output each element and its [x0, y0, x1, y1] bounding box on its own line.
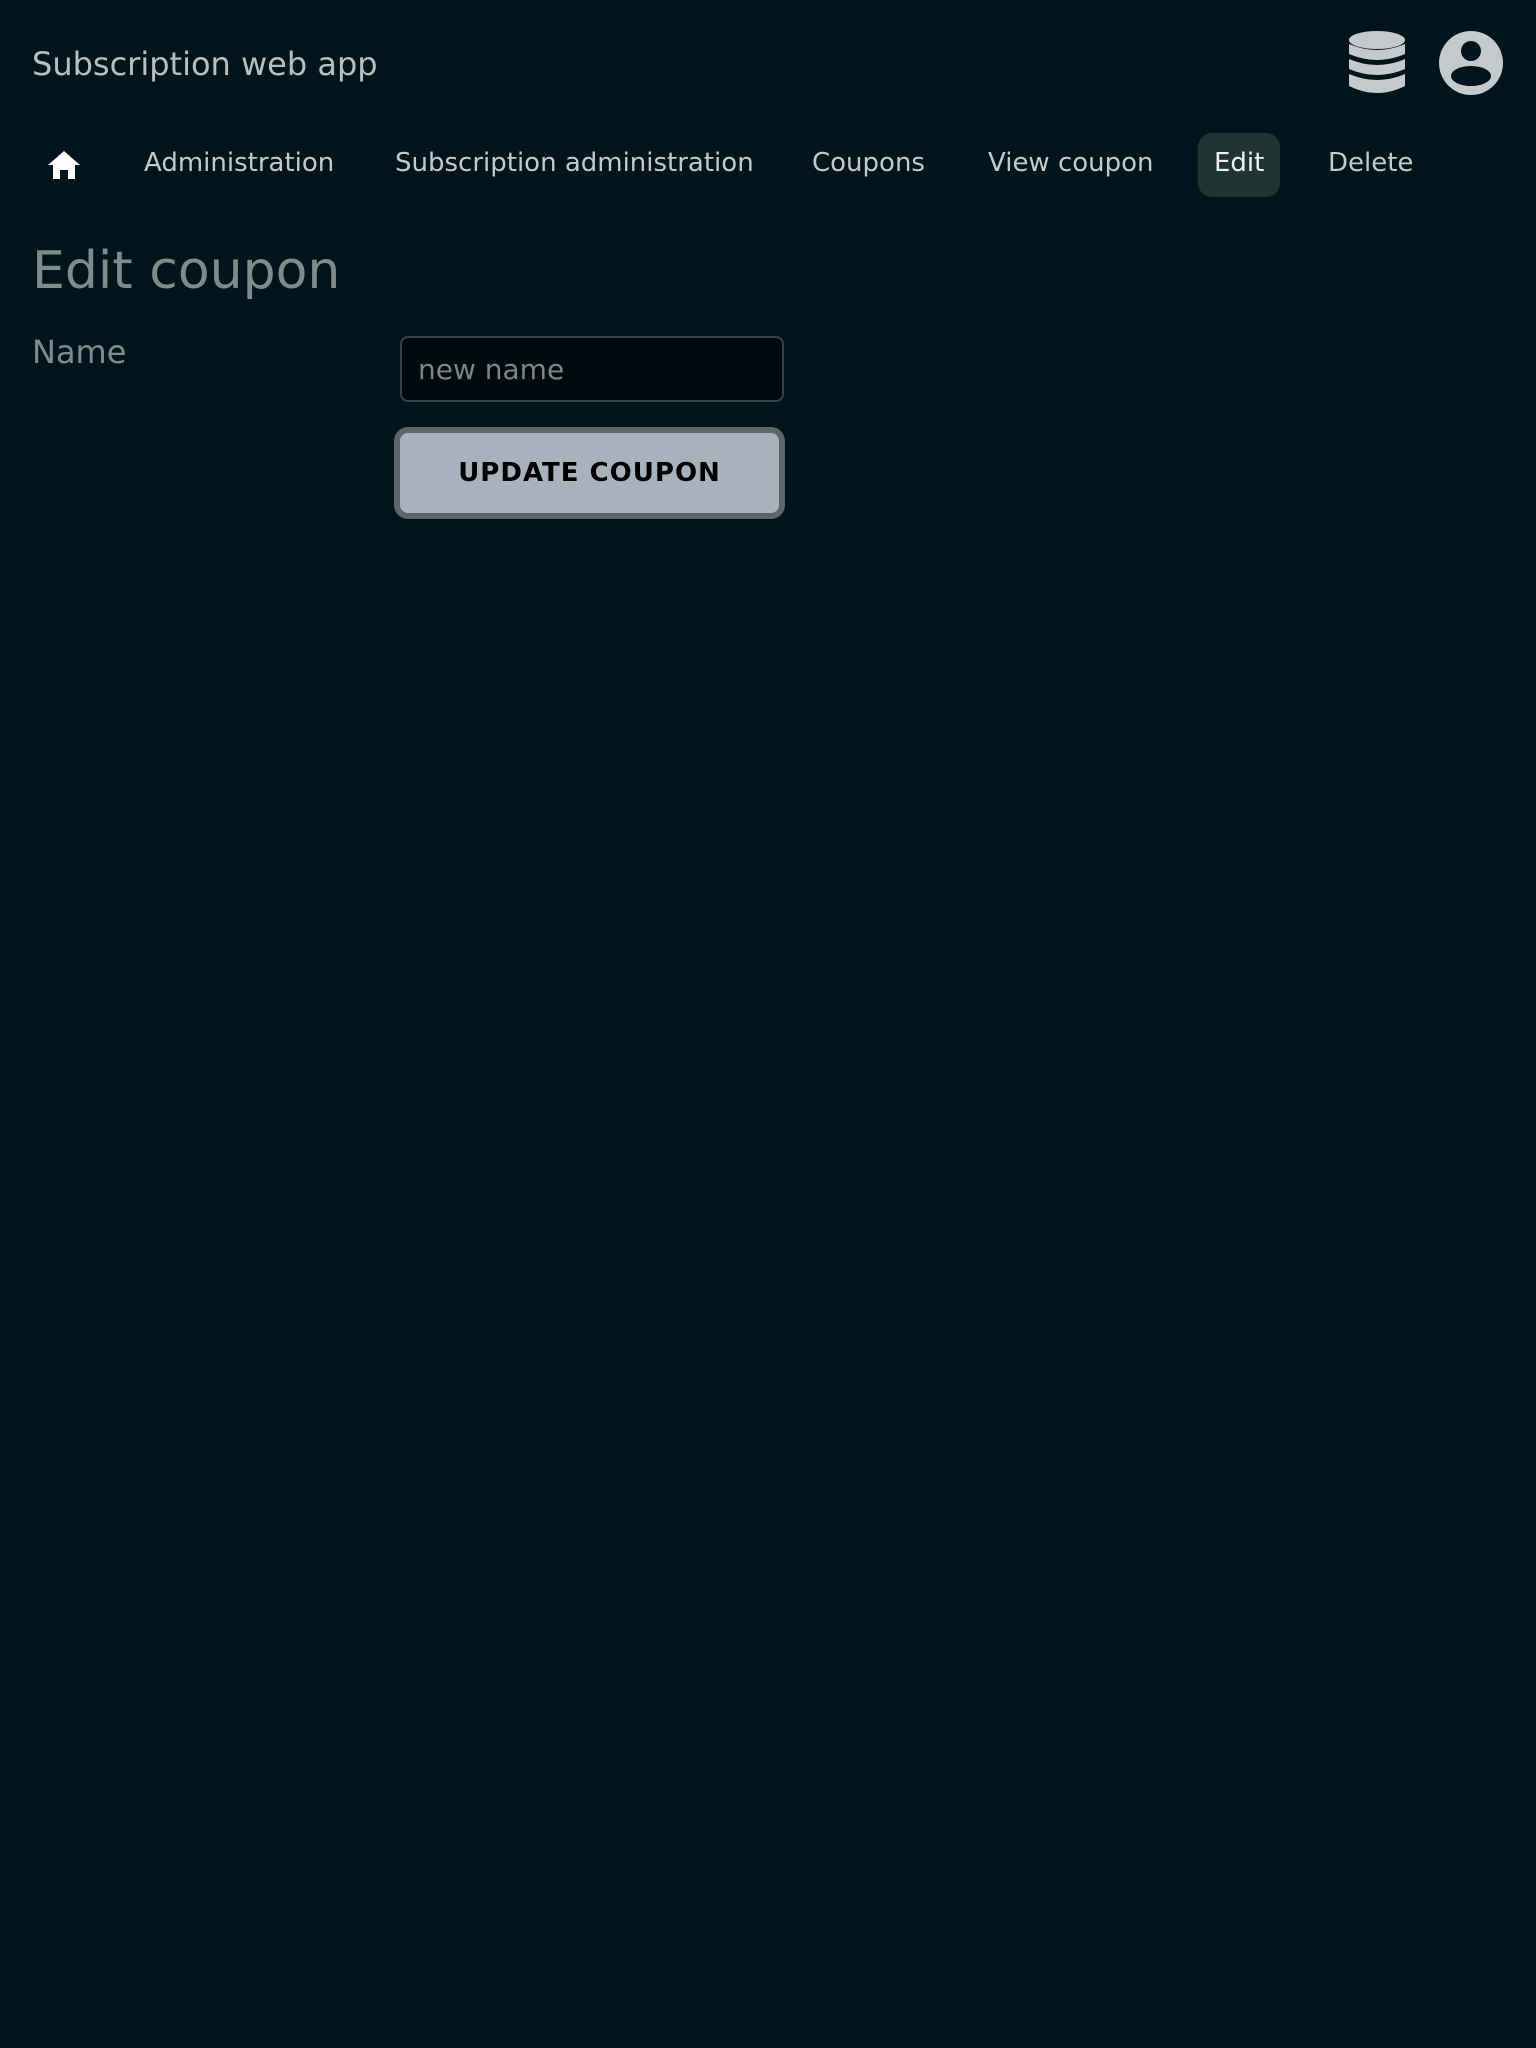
update-coupon-button[interactable]: UPDATE COUPON: [394, 427, 785, 519]
nav-item-delete[interactable]: Delete: [1328, 133, 1413, 197]
page-title: Edit coupon: [32, 241, 341, 301]
nav-item-subscription-administration[interactable]: Subscription administration: [395, 133, 754, 197]
app-title: Subscription web app: [32, 45, 378, 83]
name-input[interactable]: [400, 336, 784, 402]
nav-item-coupons[interactable]: Coupons: [812, 133, 925, 197]
home-icon[interactable]: [44, 145, 84, 185]
account-circle-icon[interactable]: [1438, 30, 1504, 96]
nav-item-edit[interactable]: Edit: [1198, 133, 1281, 197]
nav-item-view-coupon[interactable]: View coupon: [988, 133, 1154, 197]
database-icon[interactable]: [1346, 30, 1408, 98]
breadcrumb-nav: Administration Subscription administrati…: [0, 133, 1536, 197]
name-field-label: Name: [32, 333, 127, 371]
nav-item-administration[interactable]: Administration: [144, 133, 334, 197]
